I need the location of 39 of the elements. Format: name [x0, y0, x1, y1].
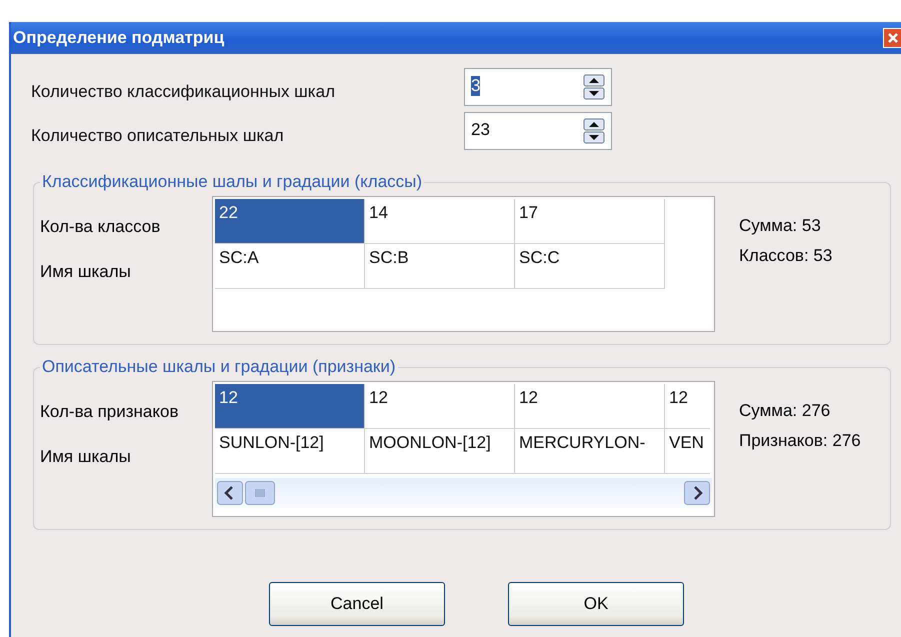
grid-cell[interactable]: SUNLON-[12]	[215, 429, 365, 474]
spinner-value: 23	[471, 120, 490, 140]
scroll-thumb[interactable]	[245, 481, 275, 505]
grid-cell[interactable]: MOONLON-[12]	[365, 429, 515, 474]
close-button[interactable]	[883, 28, 901, 48]
scroll-right-icon[interactable]	[684, 481, 710, 505]
grid-cell[interactable]: SC:A	[215, 244, 365, 289]
number-spinner[interactable]: 3	[464, 68, 612, 106]
dialog-button[interactable]: OK	[508, 582, 684, 626]
grid-cell[interactable]: 12	[215, 384, 365, 429]
close-icon	[886, 31, 900, 45]
spinner-value: 3	[471, 76, 480, 96]
group-title: Описательные шкалы и градации (признаки)	[41, 357, 397, 377]
spin-arrows-icon[interactable]	[583, 118, 605, 144]
grid-cell[interactable]: 12	[365, 384, 515, 429]
grid-cell[interactable]: 12	[515, 384, 665, 429]
row-label: Имя шкалы	[40, 446, 132, 468]
grid-cell[interactable]: 17	[515, 199, 665, 244]
group-title: Классификационные шалы и градации (классы)	[41, 172, 424, 192]
window-title: Определение подматриц	[13, 28, 224, 48]
row-label: Имя шкалы	[40, 260, 132, 282]
number-spinner[interactable]: 23	[464, 112, 612, 150]
field-label: Количество классификационных шкал	[31, 82, 336, 103]
grid-cell[interactable]: SC:C	[515, 244, 665, 289]
row-label: Кол-ва классов	[40, 216, 162, 238]
grid-cell[interactable]: 22	[215, 199, 365, 244]
summary-text: Признаков: 276	[739, 431, 861, 451]
scroll-left-icon[interactable]	[217, 481, 243, 505]
horizontal-scrollbar[interactable]	[215, 478, 712, 508]
grid-cell[interactable]: 14	[365, 199, 515, 244]
summary-text: Сумма: 276	[739, 401, 832, 421]
field-label: Количество описательных шкал	[31, 126, 285, 147]
grid-cell[interactable]: SC:B	[365, 244, 515, 289]
summary-text: Классов: 53	[739, 246, 832, 266]
grid-cell[interactable]: MERCURYLON-	[515, 429, 665, 474]
summary-text: Сумма: 53	[739, 216, 822, 236]
row-label: Кол-ва признаков	[40, 400, 180, 422]
spin-arrows-icon[interactable]	[583, 74, 605, 100]
dialog-button[interactable]: Cancel	[269, 582, 445, 626]
